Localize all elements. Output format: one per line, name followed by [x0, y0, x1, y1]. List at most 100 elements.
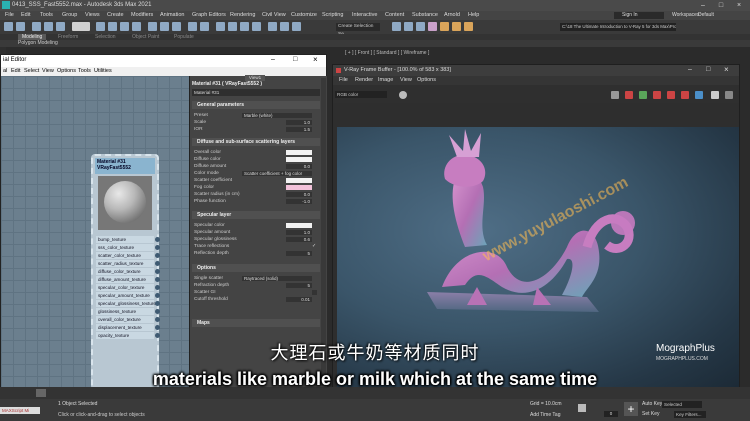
maxscript-listener[interactable]: MAXScript Mi: [0, 407, 40, 414]
render-frame-window-icon[interactable]: [452, 22, 461, 31]
create-selection-set-dropdown[interactable]: Create Selection Se: [336, 23, 380, 37]
socket-icon[interactable]: [155, 301, 160, 306]
undo-icon[interactable]: [4, 22, 13, 31]
render-production-icon[interactable]: [464, 22, 473, 31]
angle-snap-icon[interactable]: [228, 22, 237, 31]
fog-color-swatch[interactable]: [286, 185, 312, 190]
redo-icon[interactable]: [16, 22, 25, 31]
slot-sss-color-texture[interactable]: sss_color_texture: [96, 244, 160, 251]
menu-file[interactable]: File: [5, 11, 14, 20]
move-icon[interactable]: [148, 22, 157, 31]
menu-group[interactable]: Group: [62, 11, 77, 20]
menu-animation[interactable]: Animation: [160, 11, 184, 20]
track-mouse-icon[interactable]: [639, 91, 647, 99]
menu-tools[interactable]: Tools: [78, 67, 91, 76]
scale-spinner[interactable]: 1.0: [286, 120, 312, 125]
menu-modifiers[interactable]: Modifiers: [131, 11, 153, 20]
specular-color-swatch[interactable]: [286, 223, 312, 228]
menu-substance[interactable]: Substance: [412, 11, 438, 20]
interactive-render-icon[interactable]: [653, 91, 661, 99]
color-mode-dropdown[interactable]: Scatter coefficient + fog color: [242, 171, 312, 176]
select-by-name-icon[interactable]: [108, 22, 117, 31]
spinner-snap-icon[interactable]: [252, 22, 261, 31]
socket-icon[interactable]: [155, 253, 160, 258]
color-picker-icon[interactable]: [399, 91, 407, 99]
save-image-icon[interactable]: [611, 91, 619, 99]
layer-explorer-icon[interactable]: [392, 22, 401, 31]
key-filters-button[interactable]: Key Filters...: [674, 411, 706, 418]
maximize-icon[interactable]: □: [706, 66, 710, 73]
socket-icon[interactable]: [155, 325, 160, 330]
menu-civil-view[interactable]: Civil View: [262, 11, 286, 20]
phase-function-spinner[interactable]: -1.0: [286, 199, 312, 204]
ior-spinner[interactable]: 1.5: [286, 127, 312, 132]
teapot-render-icon[interactable]: [711, 91, 719, 99]
slot-bump-texture[interactable]: bump_texture: [96, 236, 160, 243]
time-slider[interactable]: [36, 389, 46, 397]
menu-content[interactable]: Content: [385, 11, 404, 20]
slot-specular-color-texture[interactable]: specular_color_texture: [96, 284, 160, 291]
channel-dropdown[interactable]: RGB color: [335, 91, 387, 98]
preset-dropdown[interactable]: Marble (white): [242, 113, 312, 118]
menu-view[interactable]: View: [42, 67, 54, 76]
section-general-parameters[interactable]: General parameters: [192, 101, 320, 109]
menu-view[interactable]: View: [400, 76, 412, 85]
trace-reflections-checkbox[interactable]: ✓: [312, 243, 316, 250]
diffuse-amount-spinner[interactable]: 0.0: [286, 164, 312, 169]
unlink-icon[interactable]: [44, 22, 53, 31]
specular-glossiness-spinner[interactable]: 0.6: [286, 237, 312, 242]
overall-color-swatch[interactable]: [286, 150, 312, 155]
layers-icon[interactable]: [725, 91, 733, 99]
reflection-depth-spinner[interactable]: 5: [286, 251, 312, 256]
percent-snap-icon[interactable]: [240, 22, 249, 31]
stop-render-icon[interactable]: [667, 91, 675, 99]
scatter-coefficient-swatch[interactable]: [286, 178, 312, 183]
selection-filter-dropdown[interactable]: [72, 22, 90, 31]
slot-displacement-texture[interactable]: displacement_texture: [96, 324, 160, 331]
key-mode-icon[interactable]: +: [624, 402, 638, 416]
project-path[interactable]: C:\18 The Ultimate Introduction to V-Ray…: [560, 23, 676, 31]
section-specular-layer[interactable]: Specular layer: [192, 211, 320, 219]
refraction-depth-spinner[interactable]: 5: [286, 283, 312, 288]
menu-customize[interactable]: Customize: [291, 11, 317, 20]
bind-spacewarp-icon[interactable]: [56, 22, 65, 31]
add-time-tag-button[interactable]: Add Time Tag: [530, 412, 560, 418]
polygon-modeling-label[interactable]: Polygon Modeling: [18, 40, 58, 47]
pivot-center-icon[interactable]: [200, 22, 209, 31]
region-render-icon[interactable]: [625, 91, 633, 99]
diffuse-color-swatch[interactable]: [286, 157, 312, 162]
slot-scatter-color-texture[interactable]: scatter_color_texture: [96, 252, 160, 259]
single-scatter-dropdown[interactable]: Raytraced (solid): [242, 276, 312, 281]
menu-render[interactable]: Render: [355, 76, 373, 85]
menu-options[interactable]: Options: [417, 76, 436, 85]
link-icon[interactable]: [32, 22, 41, 31]
menu-edit[interactable]: Edit: [11, 67, 20, 76]
key-set-dropdown[interactable]: Selected: [662, 401, 702, 408]
socket-icon[interactable]: [155, 261, 160, 266]
slot-glossiness-texture[interactable]: glossiness_texture: [96, 308, 160, 315]
socket-icon[interactable]: [155, 285, 160, 290]
curve-editor-icon[interactable]: [404, 22, 413, 31]
node-header[interactable]: Material #31 VRayFast5552: [95, 158, 155, 174]
menu-image[interactable]: Image: [378, 76, 393, 85]
socket-icon[interactable]: [155, 293, 160, 298]
menu-scripting[interactable]: Scripting: [322, 11, 343, 20]
slot-specular-glossiness-texture[interactable]: specular_glossiness_texture: [96, 300, 160, 307]
menu-create[interactable]: Create: [107, 11, 124, 20]
close-icon[interactable]: ×: [313, 55, 318, 64]
socket-icon[interactable]: [155, 269, 160, 274]
menu-select[interactable]: Select: [24, 67, 39, 76]
menu-utilities[interactable]: Utilities: [94, 67, 112, 76]
menu-arnold[interactable]: Arnold: [444, 11, 460, 20]
menu-edit[interactable]: Edit: [21, 11, 30, 20]
slot-overall-color-texture[interactable]: overall_color_texture: [96, 316, 160, 323]
minimize-icon[interactable]: –: [688, 66, 692, 73]
menu-material[interactable]: al: [3, 67, 7, 76]
minimize-icon[interactable]: –: [271, 56, 275, 63]
socket-icon[interactable]: [155, 237, 160, 242]
align-icon[interactable]: [292, 22, 301, 31]
play-icon[interactable]: [578, 404, 586, 412]
bucket-render-icon[interactable]: [695, 91, 703, 99]
mirror-icon[interactable]: [280, 22, 289, 31]
specular-amount-spinner[interactable]: 1.0: [286, 230, 312, 235]
